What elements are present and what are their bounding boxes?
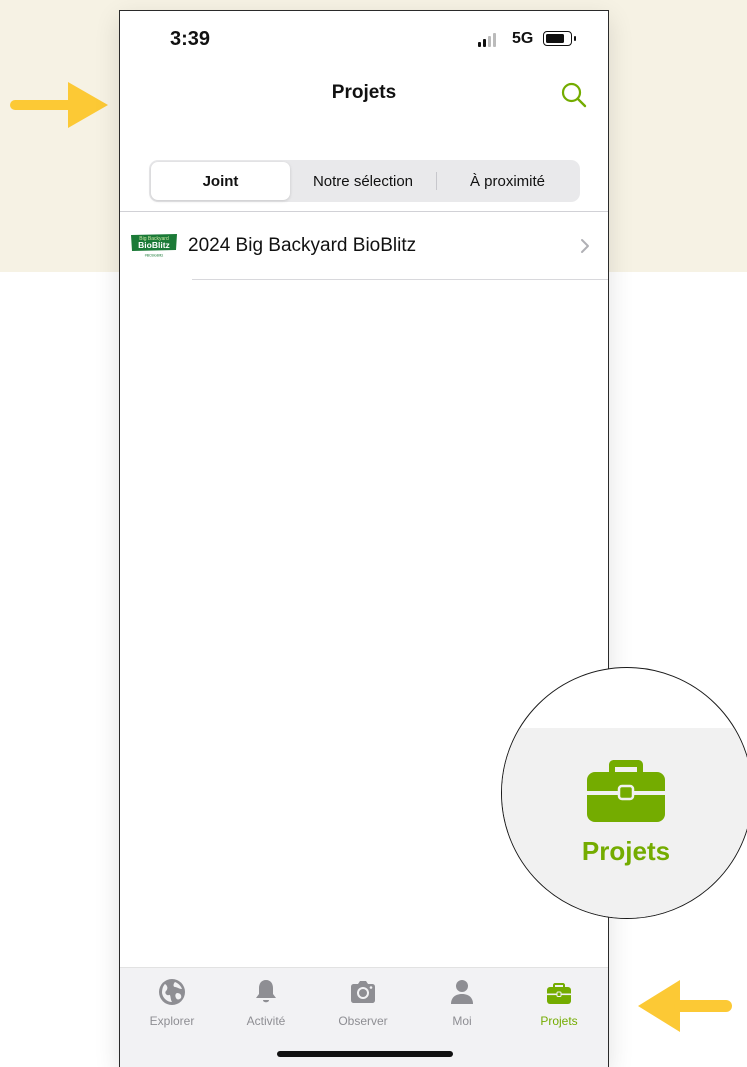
tab-label: Explorer — [149, 1014, 195, 1028]
project-name: 2024 Big Backyard BioBlitz — [188, 235, 417, 256]
person-icon — [451, 980, 473, 1004]
annotation-arrow-right — [10, 82, 108, 128]
tab-activite[interactable]: Activité — [221, 978, 311, 1033]
segment-joint[interactable]: Joint — [151, 162, 290, 200]
project-row[interactable]: Big Backyard BioBlitz #BCBioBlitz 2024 B… — [120, 212, 608, 280]
tab-label: Activité — [246, 1014, 286, 1028]
row-divider — [192, 279, 608, 280]
chevron-right-icon — [581, 239, 589, 253]
status-time: 3:39 — [170, 28, 211, 50]
tab-projets[interactable]: Projets — [514, 978, 604, 1033]
tab-explorer[interactable]: Explorer — [127, 978, 217, 1033]
camera-icon — [351, 981, 375, 1003]
network-type: 5G — [512, 30, 534, 47]
briefcase-icon — [547, 983, 571, 1004]
battery-icon — [543, 31, 572, 46]
annotation-arrow-left — [638, 980, 732, 1032]
bell-icon — [256, 980, 276, 1003]
zoom-label: Projets — [581, 836, 671, 866]
segment-a-proximite[interactable]: À proximité — [437, 162, 578, 200]
page-title: Projets — [331, 82, 397, 103]
tab-observer[interactable]: Observer — [318, 978, 408, 1033]
bioblitz-logo: Big Backyard BioBlitz #BCBioBlitz — [129, 233, 179, 259]
tab-label: Projets — [540, 1014, 578, 1028]
project-filter-segmented-control: Joint Notre sélection À proximité — [149, 160, 580, 202]
segment-label: Notre sélection — [312, 172, 414, 190]
zoom-callout: Projets — [501, 667, 747, 919]
globe-icon — [159, 979, 185, 1005]
segment-label: Joint — [202, 172, 239, 190]
signal-strength-icon — [478, 33, 496, 47]
home-indicator — [277, 1051, 453, 1057]
logo-tag-text: #BCBioBlitz — [145, 254, 164, 258]
status-bar: 3:39 5G — [120, 11, 608, 65]
briefcase-icon — [587, 760, 665, 822]
battery-tip — [574, 36, 576, 41]
segment-label: À proximité — [469, 172, 546, 190]
search-icon — [561, 82, 587, 108]
segment-notre-selection[interactable]: Notre sélection — [292, 162, 434, 200]
tab-label: Observer — [338, 1014, 388, 1028]
tab-moi[interactable]: Moi — [417, 978, 507, 1033]
tab-label: Moi — [452, 1014, 472, 1028]
logo-main-text: BioBlitz — [138, 240, 170, 250]
search-button[interactable] — [560, 81, 588, 109]
